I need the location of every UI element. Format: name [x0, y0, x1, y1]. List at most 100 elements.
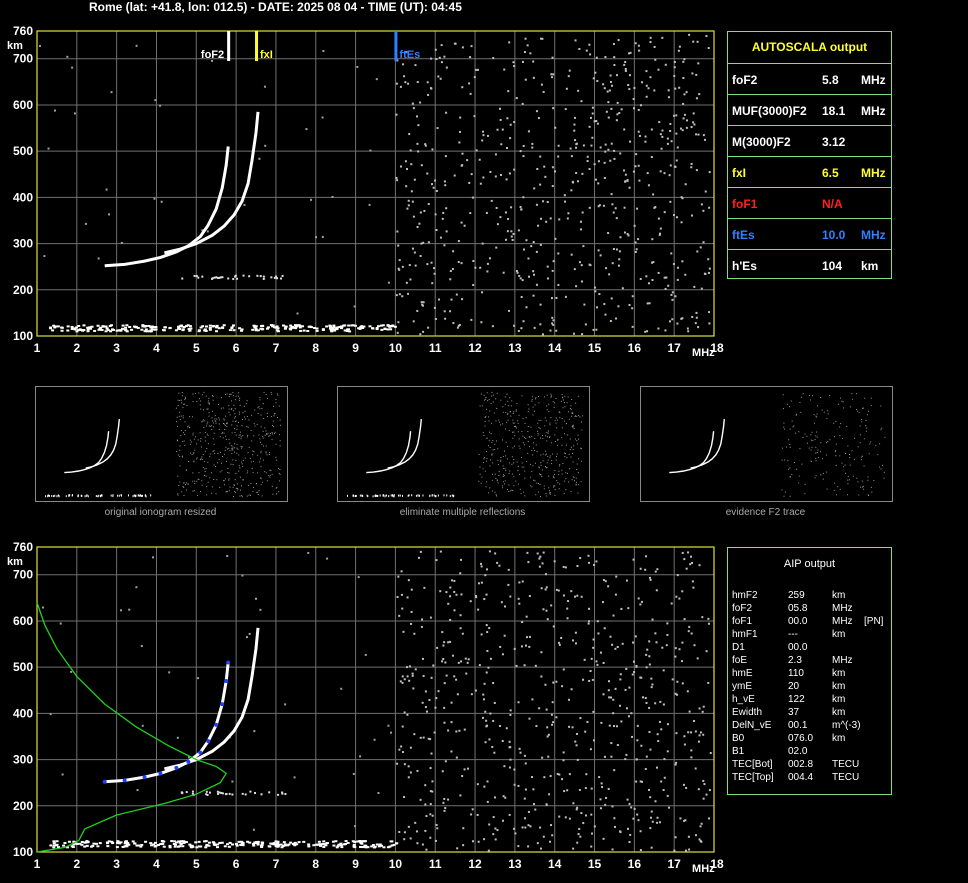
noise-dot: [695, 169, 698, 172]
thumb-noise-dot: [182, 432, 184, 434]
autoscala-row-fof1: foF1 N/A: [728, 187, 891, 219]
noise-dot: [708, 322, 711, 325]
thumb-noise-dot: [517, 420, 519, 422]
thumb-noise-dot: [789, 406, 791, 408]
noise-dot: [412, 215, 415, 218]
noise-dot: [615, 119, 618, 122]
thumb-es-dot: [434, 495, 436, 498]
thumb-noise-dot: [239, 397, 241, 399]
weak-trace-dot: [253, 791, 256, 794]
noise-dot: [501, 128, 504, 131]
es-trace-dot: [395, 842, 399, 845]
thumb-noise-dot: [219, 486, 221, 488]
noise-dot: [463, 224, 466, 227]
x-tick-label: 3: [113, 341, 120, 355]
noise-dot: [414, 821, 417, 824]
thumb-noise-dot: [207, 402, 209, 404]
thumb-noise-dot: [566, 402, 568, 404]
thumb-noise-dot: [266, 433, 268, 435]
noise-dot: [607, 101, 610, 104]
thumb-noise-dot: [491, 422, 493, 424]
thumb-noise-dot: [550, 393, 552, 395]
thumb-noise-dot: [813, 422, 815, 424]
noise-dot: [411, 247, 414, 250]
thumb-noise-dot: [482, 432, 484, 434]
es-trace-dot: [108, 324, 112, 327]
noise-dot: [588, 125, 591, 128]
noise-dot: [580, 595, 583, 598]
thumb-es-dot: [352, 494, 354, 497]
noise-dot: [424, 690, 427, 693]
noise-dot: [419, 550, 422, 553]
y-tick-label: 760: [13, 24, 33, 38]
thumb-noise-dot: [515, 409, 517, 411]
noise-dot: [505, 147, 508, 150]
thumb-noise-dot: [842, 437, 844, 439]
thumb-noise-dot: [536, 482, 538, 484]
es-trace-dot: [332, 324, 336, 327]
es-trace-dot: [230, 326, 234, 329]
noise-dot: [494, 827, 497, 830]
es-trace-dot: [135, 844, 139, 847]
thumb-noise-dot: [279, 473, 281, 475]
noise-dot: [461, 775, 464, 778]
thumb-noise-dot: [240, 485, 242, 487]
noise-dot: [613, 149, 616, 152]
thumb-noise-dot: [529, 446, 531, 448]
thumb-noise-dot: [827, 441, 829, 443]
es-trace-dot: [54, 844, 58, 847]
noise-dot: [585, 773, 588, 776]
es-trace-dot: [375, 326, 379, 329]
y-tick-label: 100: [13, 329, 33, 343]
noise-dot: [644, 768, 647, 771]
thumb-noise-dot: [201, 421, 203, 423]
thumb-noise-dot: [540, 464, 542, 466]
noise-dot: [552, 73, 555, 76]
thumb-noise-dot: [231, 445, 233, 447]
weak-trace-dot: [281, 274, 284, 277]
thumb-noise-dot: [811, 395, 813, 397]
x-tick-label: 9: [352, 341, 359, 355]
noise-dot: [587, 554, 590, 557]
thumb-noise-dot: [555, 459, 557, 461]
autoscala-unit: MHz: [861, 104, 886, 118]
thumb-noise-dot: [203, 391, 205, 393]
thumb-noise-dot: [252, 454, 254, 456]
es-trace-dot: [332, 844, 336, 847]
noise-dot: [666, 723, 669, 726]
noise-dot: [284, 703, 287, 706]
thumb-noise-dot: [238, 392, 240, 394]
noise-dot: [613, 825, 616, 828]
thumb-noise-dot: [239, 476, 241, 478]
thumb-noise-dot: [276, 393, 278, 395]
noise-dot: [445, 674, 448, 677]
noise-dot: [572, 847, 575, 850]
thumb-noise-dot: [883, 477, 885, 479]
thumb-noise-dot: [489, 465, 491, 467]
thumb-noise-dot: [479, 473, 481, 475]
noise-dot: [508, 813, 511, 816]
thumb-noise-dot: [523, 442, 525, 444]
noise-dot: [465, 672, 468, 675]
thumb-es-dot: [48, 494, 50, 497]
thumb-noise-dot: [555, 397, 557, 399]
thumb-noise-dot: [569, 448, 571, 450]
noise-dot: [669, 200, 672, 203]
thumb-noise-dot: [535, 494, 537, 496]
weak-trace-dot: [241, 792, 244, 795]
thumb-noise-dot: [225, 438, 227, 440]
thumb-noise-dot: [181, 491, 183, 493]
noise-dot: [579, 220, 582, 223]
noise-dot: [615, 74, 618, 77]
noise-dot: [565, 87, 568, 90]
noise-dot: [624, 180, 627, 183]
noise-dot: [573, 595, 576, 598]
noise-dot: [683, 113, 686, 116]
es-trace-dot: [222, 324, 226, 327]
noise-dot: [527, 810, 530, 813]
noise-dot: [396, 230, 399, 233]
x-tick-label: 10: [389, 341, 403, 355]
noise-dot: [681, 129, 684, 132]
thumb-es-dot: [452, 495, 454, 498]
noise-dot: [422, 674, 425, 677]
